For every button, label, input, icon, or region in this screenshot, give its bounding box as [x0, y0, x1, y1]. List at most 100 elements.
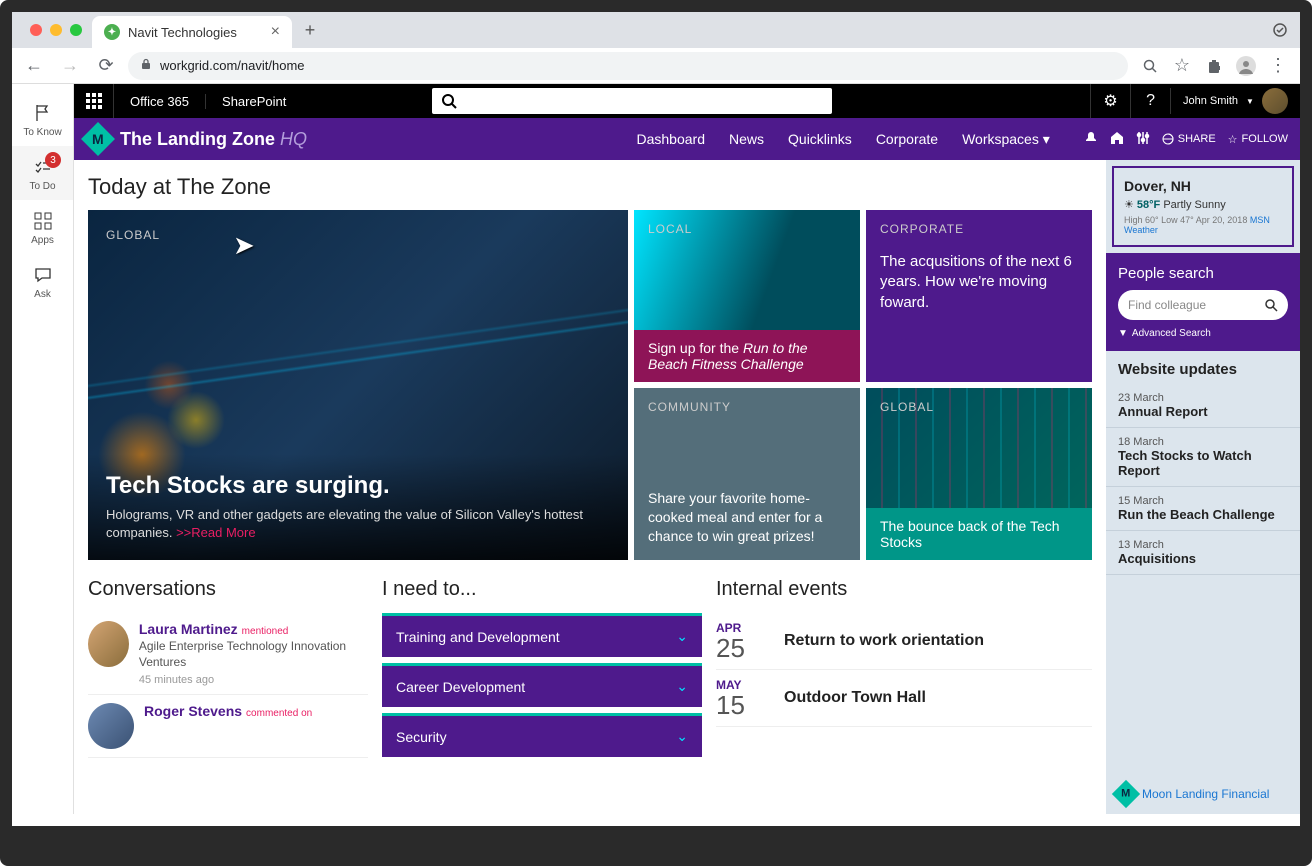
todo-badge: 3: [45, 152, 61, 168]
need-item-security[interactable]: Security⌄: [382, 713, 702, 757]
update-item[interactable]: 18 MarchTech Stocks to Watch Report: [1106, 428, 1300, 487]
browser-tab[interactable]: ✦ Navit Technologies ×: [92, 16, 292, 48]
o365-brand[interactable]: Office 365: [114, 94, 206, 109]
nav-corporate[interactable]: Corporate: [876, 131, 938, 148]
lock-icon: [140, 58, 152, 73]
profile-icon[interactable]: [1232, 52, 1260, 80]
tile-caption: Sign up for the Run to the Beach Fitness…: [634, 330, 860, 382]
rail-apps[interactable]: Apps: [12, 200, 73, 254]
advanced-search-link[interactable]: ▼ Advanced Search: [1118, 328, 1288, 339]
tile-community[interactable]: COMMUNITY Share your favorite home-cooke…: [634, 388, 860, 560]
nav-quicklinks[interactable]: Quicklinks: [788, 131, 852, 148]
search-icon[interactable]: [1136, 52, 1164, 80]
footer-brand[interactable]: M Moon Landing Financial: [1106, 774, 1300, 814]
people-search-panel: People search Find colleague ▼ Advanced …: [1106, 253, 1300, 351]
need-item-career[interactable]: Career Development⌄: [382, 663, 702, 707]
tile-tag: CORPORATE: [866, 210, 1092, 236]
chevron-down-icon: ⌄: [676, 678, 688, 695]
o365-suite-bar: Office 365 SharePoint ⚙ ? John Smith ▼: [74, 84, 1300, 118]
hero-description: Holograms, VR and other gadgets are elev…: [106, 506, 610, 542]
rail-label: Apps: [31, 235, 54, 246]
search-icon: [440, 92, 458, 110]
site-logo-icon[interactable]: M: [81, 122, 115, 156]
i-need-to-panel: I need to... Training and Development⌄ C…: [382, 578, 702, 763]
tile-local[interactable]: LOCAL Sign up for the Run to the Beach F…: [634, 210, 860, 382]
event-item[interactable]: APR25 Return to work orientation: [716, 613, 1092, 670]
rail-ask[interactable]: Ask: [12, 254, 73, 308]
extensions-icon[interactable]: [1200, 52, 1228, 80]
nav-news[interactable]: News: [729, 131, 764, 148]
share-button[interactable]: SHARE: [1162, 133, 1216, 145]
tile-tag: GLOBAL: [866, 388, 1092, 414]
back-button[interactable]: ←: [20, 52, 48, 80]
tile-corporate[interactable]: CORPORATE The acqusitions of the next 6 …: [866, 210, 1092, 382]
window-controls[interactable]: [20, 24, 92, 36]
page-title: Today at The Zone: [88, 174, 1092, 200]
panel-title: I need to...: [382, 578, 702, 601]
tile-global-stocks[interactable]: GLOBAL The bounce back of the Tech Stock…: [866, 388, 1092, 560]
panel-title: Internal events: [716, 578, 1092, 601]
brand-logo-icon: M: [1112, 780, 1140, 808]
home-icon[interactable]: [1110, 131, 1124, 148]
update-item[interactable]: 13 MarchAcquisitions: [1106, 531, 1300, 575]
reload-button[interactable]: ⟳: [92, 52, 120, 80]
close-window-icon[interactable]: [30, 24, 42, 36]
tile-body: The acqusitions of the next 6 years. How…: [866, 244, 1092, 327]
read-more-link[interactable]: >>Read More: [176, 525, 256, 540]
rail-to-know[interactable]: To Know: [12, 92, 73, 146]
need-item-training[interactable]: Training and Development⌄: [382, 613, 702, 657]
conversation-item[interactable]: Laura Martinezmentioned Agile Enterprise…: [88, 613, 368, 695]
tile-caption: The bounce back of the Tech Stocks: [866, 508, 1092, 560]
rail-to-do[interactable]: 3 To Do: [12, 146, 73, 200]
weather-widget[interactable]: Dover, NH ☀ 58°F Partly Sunny High 60° L…: [1112, 166, 1294, 247]
minimize-window-icon[interactable]: [50, 24, 62, 36]
close-tab-icon[interactable]: ×: [271, 23, 280, 41]
browser-tab-bar: ✦ Navit Technologies × +: [12, 12, 1300, 48]
follow-button[interactable]: ☆FOLLOW: [1228, 133, 1288, 146]
url-text: workgrid.com/navit/home: [160, 58, 305, 73]
nav-workspaces[interactable]: Workspaces ▾: [962, 131, 1050, 148]
settings-icon[interactable]: ⚙: [1090, 84, 1130, 118]
flag-icon: [31, 101, 55, 125]
chevron-down-icon: ▼: [1246, 97, 1254, 106]
rail-label: To Do: [29, 181, 55, 192]
hero-tile[interactable]: GLOBAL ➤ Tech Stocks are surging. Hologr…: [88, 210, 628, 560]
suite-search-input[interactable]: [432, 88, 832, 114]
tab-overflow-icon[interactable]: [1268, 18, 1292, 42]
notifications-icon[interactable]: [1084, 131, 1098, 148]
bookmark-icon[interactable]: ☆: [1168, 52, 1196, 80]
tile-tag: LOCAL: [634, 210, 860, 236]
rail-label: To Know: [23, 127, 61, 138]
hero-tag: GLOBAL: [106, 228, 610, 242]
maximize-window-icon[interactable]: [70, 24, 82, 36]
menu-icon[interactable]: ⋮: [1264, 52, 1292, 80]
search-icon: [1264, 298, 1278, 312]
nav-dashboard[interactable]: Dashboard: [637, 131, 706, 148]
updates-title: Website updates: [1106, 351, 1300, 384]
tile-body: Share your favorite home-cooked meal and…: [634, 481, 860, 560]
panel-title: Conversations: [88, 578, 368, 601]
people-search-input[interactable]: Find colleague: [1118, 290, 1288, 320]
help-icon[interactable]: ?: [1130, 84, 1170, 118]
chevron-down-icon: ⌄: [676, 728, 688, 745]
avatar: [1262, 88, 1288, 114]
url-field[interactable]: workgrid.com/navit/home: [128, 52, 1128, 80]
forward-button[interactable]: →: [56, 52, 84, 80]
event-item[interactable]: MAY15 Outdoor Town Hall: [716, 670, 1092, 727]
apps-icon: [31, 209, 55, 233]
update-item[interactable]: 23 MarchAnnual Report: [1106, 384, 1300, 428]
user-name: John Smith: [1183, 95, 1238, 107]
favicon-icon: ✦: [104, 24, 120, 40]
tab-title: Navit Technologies: [128, 25, 237, 40]
site-title[interactable]: The Landing Zone HQ: [120, 129, 307, 150]
chevron-down-icon: ⌄: [676, 628, 688, 645]
new-tab-button[interactable]: +: [296, 16, 324, 44]
update-item[interactable]: 15 MarchRun the Beach Challenge: [1106, 487, 1300, 531]
site-header: M The Landing Zone HQ Dashboard News Qui…: [74, 118, 1300, 160]
conversation-item[interactable]: Roger Stevenscommented on: [88, 695, 368, 758]
user-menu[interactable]: John Smith ▼: [1170, 88, 1300, 114]
sharepoint-label[interactable]: SharePoint: [206, 94, 302, 109]
app-launcher-icon[interactable]: [74, 84, 114, 118]
sliders-icon[interactable]: [1136, 131, 1150, 148]
rail-label: Ask: [34, 289, 51, 300]
